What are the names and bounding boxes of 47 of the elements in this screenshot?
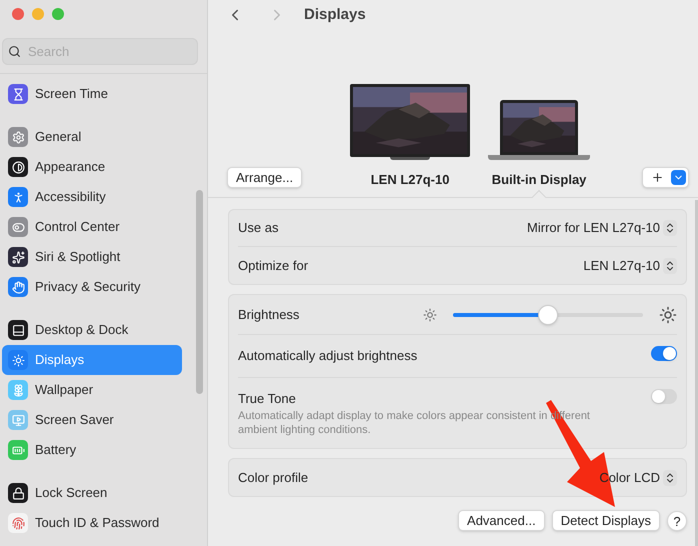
sidebar-item[interactable]: Appearance: [2, 152, 182, 182]
row-label: Automatically adjust brightness: [238, 347, 418, 365]
zoom-button[interactable]: [52, 8, 64, 20]
sidebar-item[interactable]: Screen Time: [2, 79, 182, 109]
display-label: Built-in Display: [492, 170, 586, 189]
scrollbar[interactable]: [196, 190, 203, 394]
arrange-button[interactable]: Arrange...: [227, 167, 302, 188]
slider-thumb[interactable]: [538, 304, 558, 324]
sidebar-item[interactable]: Control Center: [2, 212, 182, 242]
stepper-icon[interactable]: [663, 220, 677, 236]
sidebar-item[interactable]: Siri & Spotlight: [2, 242, 182, 272]
display-item[interactable]: Built-in Display: [488, 100, 590, 197]
display-label: LEN L27q-10: [370, 170, 450, 189]
popup-value[interactable]: LEN L27q-10: [583, 256, 660, 276]
sidebar-item[interactable]: Wallpaper: [2, 375, 182, 405]
row-label: True Tone: [238, 390, 297, 408]
chevron-icon: [671, 170, 686, 185]
toggle-switch[interactable]: [651, 388, 677, 404]
sidebar-item[interactable]: Accessibility: [2, 182, 182, 212]
dim-sun-icon: [423, 308, 437, 322]
help-button[interactable]: ?: [667, 510, 687, 530]
window-title: Displays: [304, 4, 366, 25]
row-label: Optimize for: [238, 256, 308, 275]
sidebar-item[interactable]: Touch ID & Password: [2, 508, 182, 538]
close-button[interactable]: [12, 8, 24, 20]
stepper-icon[interactable]: [663, 258, 677, 274]
action-button[interactable]: Detect Displays: [552, 510, 660, 531]
add-display-button[interactable]: [642, 167, 689, 188]
stepper-icon[interactable]: [663, 470, 677, 486]
action-button[interactable]: Advanced...: [458, 510, 545, 531]
sidebar-item[interactable]: Desktop & Dock: [2, 315, 182, 345]
popup-value[interactable]: Mirror for LEN L27q-10: [527, 218, 660, 238]
row-label: Brightness: [238, 306, 300, 324]
search-icon: [8, 45, 21, 58]
row-label: Use as: [238, 219, 278, 238]
toggle-switch[interactable]: [651, 346, 677, 361]
sidebar-item[interactable]: General: [2, 122, 182, 152]
plus-icon: [651, 171, 664, 184]
minimize-button[interactable]: [32, 8, 44, 20]
bright-sun-icon: [659, 306, 677, 324]
display-item[interactable]: LEN L27q-10: [350, 84, 470, 197]
sidebar-item[interactable]: Privacy & Security: [2, 272, 182, 302]
row-label: Color profile: [238, 468, 308, 487]
scrollbar[interactable]: [695, 200, 698, 546]
sidebar-item[interactable]: Lock Screen: [2, 478, 182, 508]
sidebar-item[interactable]: Screen Saver: [2, 405, 182, 435]
sidebar-item[interactable]: Battery: [2, 435, 182, 465]
